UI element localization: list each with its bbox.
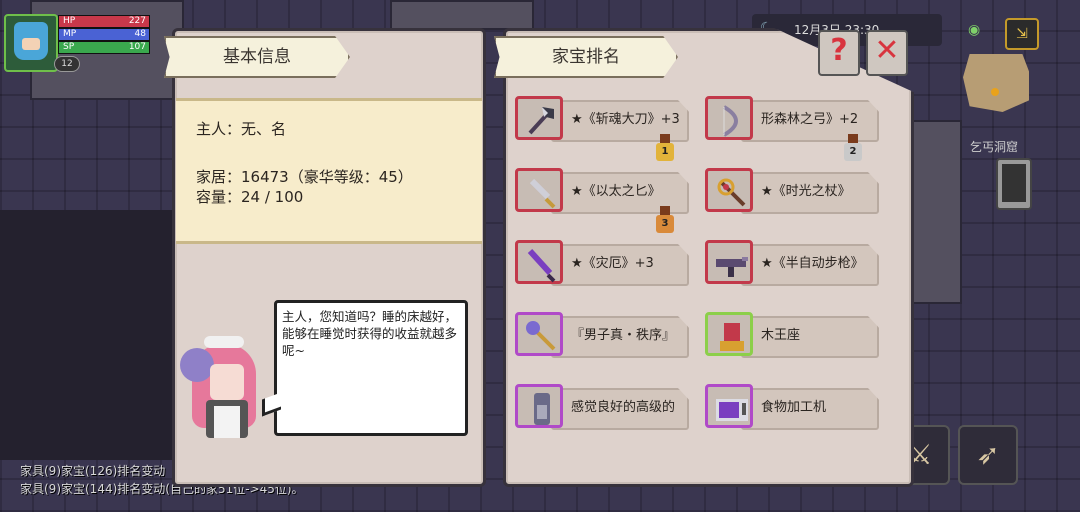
close-button[interactable]: ✕ <box>866 30 908 76</box>
treasure-name: ★《以太之匕》 <box>571 184 661 199</box>
rank-medal: 3 <box>656 206 674 234</box>
phone-icon[interactable] <box>996 158 1032 210</box>
dagger-icon <box>529 178 556 209</box>
log-line: 家具(9)家宝(126)排名变动 <box>20 464 166 478</box>
minimap[interactable] <box>955 50 1035 118</box>
fridge-icon <box>534 393 550 425</box>
scepter-icon <box>526 321 556 351</box>
treasure-slot[interactable]: 『男子真・秩序』 <box>515 312 689 358</box>
info-panel-title: 基本信息 <box>164 36 350 78</box>
treasure-slot[interactable]: ★《半自动步枪》 <box>705 240 879 286</box>
treasure-name: 『男子真・秩序』 <box>571 328 676 343</box>
bow-skill-button[interactable]: ➶ <box>958 425 1018 485</box>
owner-text: 主人：无、名 <box>196 120 287 138</box>
treasure-slot[interactable]: ★《时光之杖》 <box>705 168 879 214</box>
sword-icon <box>527 248 556 283</box>
sp-bar: SP 107 <box>58 41 150 54</box>
dungeon-wall <box>908 120 962 304</box>
treasure-name: 木王座 <box>761 328 801 343</box>
maid-npc[interactable] <box>178 336 266 446</box>
microwave-icon <box>716 399 748 421</box>
help-button[interactable]: ? <box>818 30 860 76</box>
capacity-text: 容量：24 / 100 <box>196 188 304 206</box>
treasure-name: ★《时光之杖》 <box>761 184 851 199</box>
staff-icon <box>717 178 746 207</box>
dungeon-shadow <box>0 210 172 460</box>
treasure-name: 形森林之弓》+2 <box>761 112 859 127</box>
treasure-slot[interactable]: 食物加工机 <box>705 384 879 430</box>
treasure-name: ★《半自动步枪》 <box>761 256 864 271</box>
axe-icon <box>528 107 554 135</box>
maid-speech-text: 主人，您知道吗？睡的床越好，能够在睡觉时获得的收益就越多呢~ <box>282 309 458 358</box>
rank-medal: 1 <box>656 134 674 162</box>
throne-icon <box>720 323 744 351</box>
treasure-name: ★《斩魂大刀》+3 <box>571 112 680 127</box>
treasure-slot[interactable]: ★《灾厄》+3 <box>515 240 689 286</box>
dungeon-wall <box>390 0 534 30</box>
rank-medal: 2 <box>844 134 862 162</box>
treasure-slot[interactable]: 木王座 <box>705 312 879 358</box>
wifi-icon: ◉ <box>968 22 981 38</box>
home-text: 家居：16473（豪华等级：45） <box>196 168 413 186</box>
ranking-panel-title: 家宝排名 <box>494 36 678 78</box>
exit-button[interactable]: ⇲ <box>1005 18 1039 50</box>
treasure-name: ★《灾厄》+3 <box>571 256 654 271</box>
mp-bar: MP 48 <box>58 28 150 41</box>
treasure-slot[interactable]: 感觉良好的高级的 <box>515 384 689 430</box>
hp-bar: HP 227 <box>58 15 150 28</box>
bow-icon <box>722 105 738 137</box>
player-avatar[interactable] <box>4 14 58 72</box>
rifle-icon <box>716 257 748 277</box>
level-badge: 12 <box>54 56 80 72</box>
location-name: 乞丐洞窟 <box>970 140 1019 154</box>
treasure-name: 食物加工机 <box>761 400 827 415</box>
treasure-name: 感觉良好的高级的 <box>571 400 676 415</box>
